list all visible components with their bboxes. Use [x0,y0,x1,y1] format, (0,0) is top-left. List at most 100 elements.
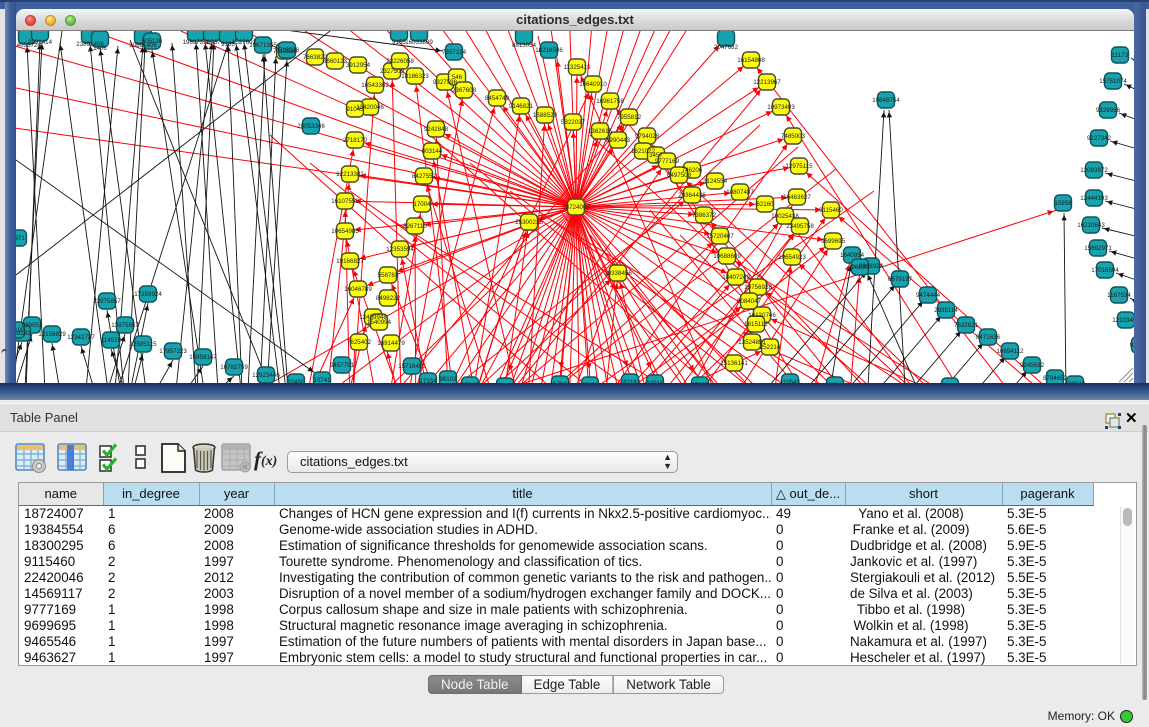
svg-text:106542: 106542 [1065,381,1086,383]
svg-text:16120746: 16120746 [748,312,776,319]
svg-text:10688609: 10688609 [713,253,741,260]
svg-text:15958: 15958 [1054,200,1072,207]
svg-text:16914479: 16914479 [377,340,405,347]
svg-text:2047682: 2047682 [714,44,739,51]
svg-text:803144: 803144 [422,148,443,155]
svg-text:23975857: 23975857 [93,298,121,305]
svg-text:10807487: 10807487 [726,189,754,196]
svg-text:8218: 8218 [623,379,637,383]
svg-text:12923446: 12923446 [252,372,280,379]
svg-text:9242848: 9242848 [424,126,449,133]
svg-text:20364436: 20364436 [678,192,706,199]
svg-text:12103459: 12103459 [1112,317,1134,324]
svg-text:9227342: 9227342 [1087,135,1112,142]
svg-text:7632621: 7632621 [954,322,979,329]
svg-text:7625402: 7625402 [347,339,372,346]
svg-text:12975115: 12975115 [785,163,813,170]
svg-text:1640954: 1640954 [840,252,865,259]
svg-text:16463627: 16463627 [783,194,811,201]
svg-text:62160: 62160 [756,201,774,208]
svg-text:6879197: 6879197 [888,276,913,283]
svg-text:9777169: 9777169 [655,158,680,165]
svg-text:7955812: 7955812 [617,114,642,121]
svg-text:7485003: 7485003 [781,133,806,140]
svg-text:117244: 117244 [550,381,571,383]
svg-text:252214: 252214 [760,344,781,351]
svg-text:8660123: 8660123 [323,58,348,65]
svg-text:924502: 924502 [1130,342,1134,349]
svg-text:11173: 11173 [1112,52,1129,59]
svg-text:9115460: 9115460 [819,207,843,214]
svg-text:16210643: 16210643 [1077,222,1105,229]
svg-text:12505115: 12505115 [129,341,157,348]
svg-text:3124554: 3124554 [703,178,728,185]
svg-text:9084047: 9084047 [737,298,762,305]
svg-text:17016504: 17016504 [1091,267,1119,274]
svg-text:1588520: 1588520 [533,112,558,119]
svg-text:1167534: 1167534 [1107,292,1131,299]
svg-text:10973493: 10973493 [767,104,795,111]
svg-text:12213382: 12213382 [336,171,364,178]
svg-text:10025438: 10025438 [771,213,799,220]
svg-text:23915: 23915 [646,380,664,383]
svg-text:9146821: 9146821 [509,103,534,110]
svg-text:23495758: 23495758 [786,223,814,230]
svg-text:16782759: 16782759 [220,364,248,371]
svg-text:10654985: 10654985 [331,228,359,235]
svg-text:10648754: 10648754 [872,97,900,104]
svg-text:15692971: 15692971 [1084,245,1112,252]
svg-text:8454749: 8454749 [485,95,510,102]
svg-text:1362615: 1362615 [588,128,613,135]
svg-text:16046789: 16046789 [344,286,372,293]
svg-text:96039: 96039 [851,264,869,271]
svg-text:9794028: 9794028 [635,133,660,140]
svg-text:19654923: 19654923 [778,254,806,261]
svg-text:12156829: 12156829 [38,331,66,338]
svg-text:8267110: 8267110 [403,223,427,230]
svg-text:8813054: 8813054 [512,42,537,49]
svg-text:9474444: 9474444 [916,292,941,299]
svg-text:8498222: 8498222 [376,295,401,302]
svg-text:1615112: 1615112 [744,321,768,328]
svg-text:19338456: 19338456 [604,270,632,277]
svg-text:16037: 16037 [203,39,221,46]
svg-text:10741: 10741 [313,377,331,383]
svg-text:17334: 17334 [419,378,437,383]
svg-text:12342737: 12342737 [67,334,95,341]
svg-text:8427552: 8427552 [412,173,437,180]
svg-text:184341: 184341 [825,382,846,383]
svg-text:11325419: 11325419 [563,64,591,71]
svg-text:65103: 65103 [581,382,599,383]
svg-text:7386372: 7386372 [692,212,717,219]
svg-text:558783: 558783 [378,272,399,279]
svg-text:15720407: 15720407 [706,233,734,240]
svg-text:15318: 15318 [461,382,479,383]
svg-text:15751074: 15751074 [1099,78,1127,85]
svg-text:16033809: 16033809 [405,39,433,46]
svg-text:18407249: 18407249 [722,274,750,281]
svg-text:12353594: 12353594 [386,246,414,253]
svg-text:2331414: 2331414 [28,39,53,46]
svg-text:6497508: 6497508 [667,172,692,179]
svg-text:(x): (x) [261,454,277,469]
svg-text:16154808: 16154808 [737,57,765,64]
svg-text:19166827: 19166827 [336,258,364,265]
svg-text:1406: 1406 [93,45,107,52]
svg-text:23226058: 23226058 [386,58,414,65]
svg-text:1971: 1971 [16,235,25,242]
svg-text:2935114: 2935114 [934,307,958,314]
svg-text:17957223: 17957223 [159,348,187,355]
svg-text:87065: 87065 [691,382,709,383]
svg-text:2367608: 2367608 [452,87,477,94]
svg-text:17004: 17004 [413,201,431,208]
svg-text:110543: 110543 [780,379,801,383]
svg-text:114519: 114519 [101,337,122,344]
svg-text:18186323: 18186323 [401,73,429,80]
svg-text:5322037: 5322037 [561,119,586,126]
svg-text:9245632: 9245632 [1020,362,1045,369]
svg-text:16543362: 16543362 [361,82,389,89]
svg-text:3912954: 3912954 [346,62,371,69]
svg-text:20053346: 20053346 [297,123,325,130]
svg-text:25300215: 25300215 [515,219,543,226]
svg-text:12093872: 12093872 [1080,167,1108,174]
